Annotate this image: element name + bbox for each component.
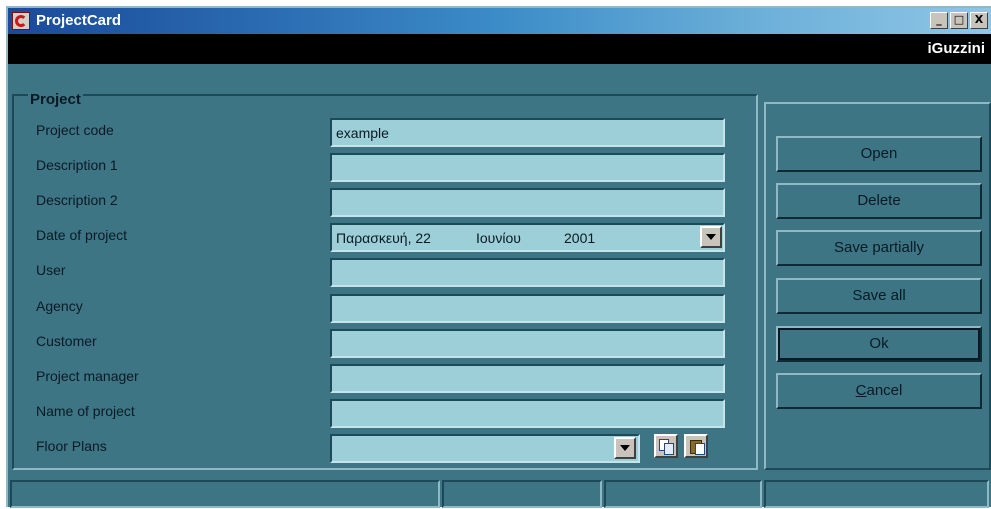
project-group-legend: Project bbox=[28, 91, 83, 108]
customer-label: Customer bbox=[36, 333, 97, 349]
project-card-window: ProjectCard _ □ X iGuzzini Project Proje… bbox=[6, 6, 991, 509]
description-2-field[interactable] bbox=[330, 188, 725, 217]
date-day: Παρασκευή, 22 bbox=[336, 230, 431, 246]
cancel-accelerator: C bbox=[855, 382, 867, 399]
ok-button[interactable]: Ok bbox=[776, 326, 982, 362]
user-field[interactable] bbox=[330, 258, 725, 287]
agency-field[interactable] bbox=[330, 294, 725, 323]
description-2-label: Description 2 bbox=[36, 192, 118, 208]
date-of-project-label: Date of project bbox=[36, 227, 128, 243]
description-1-label: Description 1 bbox=[36, 157, 118, 173]
save-all-button[interactable]: Save all bbox=[776, 278, 982, 314]
brand-label: iGuzzini bbox=[927, 40, 986, 57]
close-button[interactable]: X bbox=[970, 12, 988, 29]
agency-label: Agency bbox=[36, 298, 83, 314]
description-1-field[interactable] bbox=[330, 153, 725, 182]
floor-plans-label: Floor Plans bbox=[36, 438, 107, 454]
title-bar[interactable]: ProjectCard _ □ X bbox=[8, 8, 991, 34]
cancel-label: ancel bbox=[866, 382, 903, 399]
status-pane-3 bbox=[604, 480, 762, 508]
date-year: 2001 bbox=[564, 230, 596, 246]
window-title: ProjectCard bbox=[36, 12, 122, 29]
name-of-project-label: Name of project bbox=[36, 403, 135, 419]
name-of-project-field[interactable] bbox=[330, 399, 725, 428]
cancel-button[interactable]: Cancel bbox=[776, 373, 982, 409]
maximize-button[interactable]: □ bbox=[950, 12, 968, 29]
project-code-field[interactable]: example bbox=[330, 118, 725, 147]
date-of-project-picker[interactable]: Παρασκευή, 22 Ιουνίου 2001 bbox=[330, 223, 725, 252]
status-pane-4 bbox=[764, 480, 989, 508]
project-manager-label: Project manager bbox=[36, 368, 139, 384]
chevron-down-icon[interactable] bbox=[614, 437, 636, 459]
user-label: User bbox=[36, 262, 66, 278]
minimize-button[interactable]: _ bbox=[930, 12, 948, 29]
status-pane-1 bbox=[10, 480, 440, 508]
project-manager-field[interactable] bbox=[330, 364, 725, 393]
delete-button[interactable]: Delete bbox=[776, 183, 982, 219]
project-code-label: Project code bbox=[36, 122, 114, 138]
paste-icon[interactable] bbox=[684, 434, 708, 458]
status-bar bbox=[8, 478, 991, 509]
save-partially-button[interactable]: Save partially bbox=[776, 230, 982, 266]
app-logo-icon[interactable] bbox=[12, 12, 30, 30]
floor-plans-select[interactable] bbox=[330, 434, 640, 463]
date-month: Ιουνίου bbox=[476, 230, 521, 246]
customer-field[interactable] bbox=[330, 329, 725, 358]
brand-bar: iGuzzini bbox=[8, 34, 991, 64]
copy-icon[interactable] bbox=[654, 434, 678, 458]
status-pane-2 bbox=[442, 480, 602, 508]
open-button[interactable]: Open bbox=[776, 136, 982, 172]
chevron-down-icon[interactable] bbox=[700, 226, 722, 248]
